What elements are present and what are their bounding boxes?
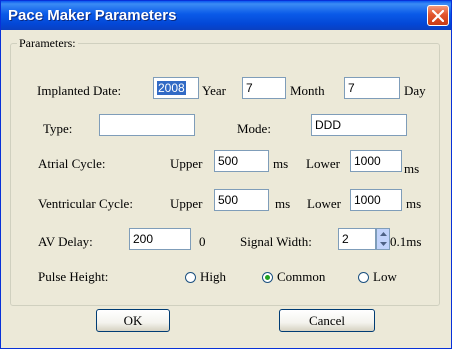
type-label: Type: [43,121,73,136]
atrial-cycle-label: Atrial Cycle: [38,156,106,171]
year-value: 2008 [157,81,186,95]
signal-width-label: Signal Width: [240,234,312,249]
cancel-button[interactable]: Cancel [279,309,375,332]
signal-width-unit: 0.1ms [390,234,422,249]
radio-low-label: Low [373,269,397,284]
ventricular-upper-input[interactable]: 500 [214,189,269,211]
ventricular-lower-unit: ms [406,196,422,211]
av-delay-input[interactable]: 200 [129,228,191,250]
window-title: Pace Maker Parameters [8,7,177,24]
signal-width-spinner[interactable] [376,228,390,250]
year-label: Year [202,83,226,98]
arrow-down-icon [379,242,387,246]
atrial-upper-unit: ms [273,156,289,171]
ventricular-upper-unit: ms [275,196,291,211]
av-delay-label: AV Delay: [38,234,93,249]
av-delay-unit: 0 [199,234,206,249]
radio-high-circle[interactable] [185,271,196,283]
radio-common-circle[interactable] [262,271,273,283]
arrow-up-icon [379,232,387,236]
parameters-legend: Parameters: [19,36,76,50]
implanted-date-label: Implanted Date: [37,83,122,98]
mode-input[interactable]: DDD [311,114,407,136]
ventricular-lower-label: Lower [307,196,341,211]
atrial-lower-input[interactable]: 1000 [350,150,402,172]
title-bar[interactable]: Pace Maker Parameters [1,1,451,30]
type-input[interactable] [99,114,195,136]
day-input[interactable]: 7 [344,77,400,99]
month-input[interactable]: 7 [242,77,286,99]
month-label: Month [290,83,325,98]
ventricular-upper-label: Upper [170,196,203,211]
atrial-upper-input[interactable]: 500 [214,150,269,172]
atrial-lower-label: Lower [306,156,340,171]
ok-button[interactable]: OK [96,309,170,332]
close-icon [432,10,444,22]
radio-high-label: High [200,269,226,284]
radio-high[interactable]: High [185,269,226,285]
dialog-window: Pace Maker Parameters Parameters: Implan… [0,0,452,349]
radio-common[interactable]: Common [262,269,325,285]
ventricular-lower-input[interactable]: 1000 [350,189,402,211]
radio-low[interactable]: Low [358,269,397,285]
spin-down-button[interactable] [377,239,389,249]
atrial-upper-label: Upper [170,156,203,171]
atrial-lower-unit: ms [404,161,420,176]
day-label: Day [404,83,426,98]
spin-up-button[interactable] [377,229,389,239]
radio-low-circle[interactable] [358,271,369,283]
ventricular-cycle-label: Ventricular Cycle: [38,196,133,211]
signal-width-input[interactable]: 2 [338,228,376,250]
dialog-body: Parameters: Implanted Date: 2008 Year 7 … [4,30,448,346]
radio-common-label: Common [277,269,326,284]
year-input[interactable]: 2008 [153,77,199,99]
pulse-height-label: Pulse Height: [38,269,109,284]
close-button[interactable] [427,5,449,26]
mode-label: Mode: [237,121,271,136]
